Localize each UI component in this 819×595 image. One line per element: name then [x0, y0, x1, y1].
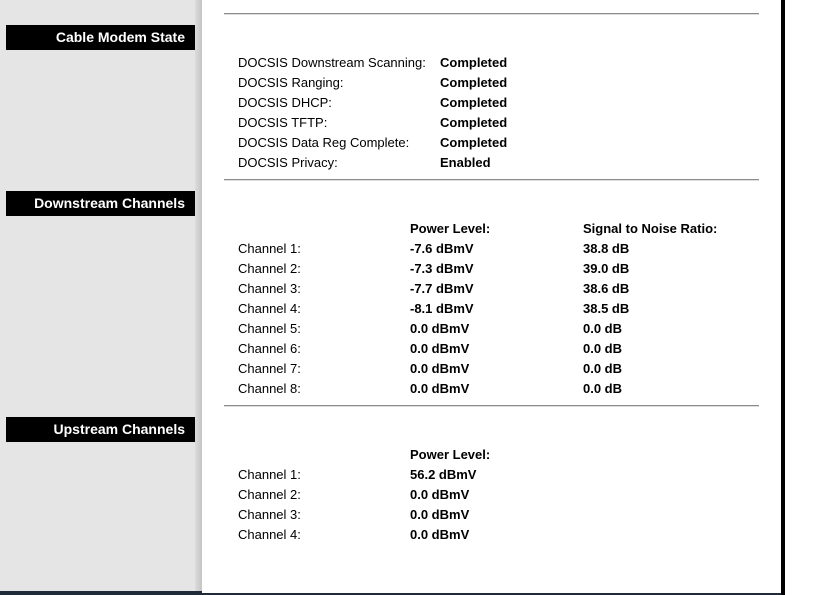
- status-page: Cable Modem State DOCSIS Downstream Scan…: [0, 0, 819, 595]
- downstream-snr-header: Signal to Noise Ratio:: [583, 221, 718, 236]
- upstream-power-header: Power Level:: [410, 447, 491, 462]
- modem-state-label: DOCSIS Privacy:: [238, 155, 338, 170]
- upstream-channel-label: Channel 3:: [238, 507, 301, 522]
- modem-state-label: DOCSIS Data Reg Complete:: [238, 135, 410, 150]
- downstream-channel-label: Channel 5:: [238, 321, 301, 336]
- modem-state-label: DOCSIS DHCP:: [238, 95, 332, 110]
- downstream-channel-power: 0.0 dBmV: [410, 321, 470, 336]
- downstream-channel-power: -8.1 dBmV: [410, 301, 474, 316]
- downstream-channel-power: 0.0 dBmV: [410, 341, 470, 356]
- downstream-channel-snr: 38.5 dB: [583, 301, 630, 316]
- modem-state-label: DOCSIS Downstream Scanning:: [238, 55, 426, 70]
- section-label-upstream-channels: Upstream Channels: [6, 417, 195, 442]
- downstream-channel-snr: 0.0 dB: [583, 361, 623, 376]
- downstream-channel-snr: 0.0 dB: [583, 341, 623, 356]
- upstream-channel-power: 0.0 dBmV: [410, 487, 470, 502]
- modem-state-label: DOCSIS TFTP:: [238, 115, 328, 130]
- modem-state-value: Completed: [440, 115, 508, 130]
- modem-state-value: Enabled: [440, 155, 491, 170]
- modem-state-value: Completed: [440, 55, 508, 70]
- downstream-channel-snr: 39.0 dB: [583, 261, 630, 276]
- downstream-channel-snr: 38.8 dB: [583, 241, 630, 256]
- downstream-channel-snr: 0.0 dB: [583, 321, 623, 336]
- downstream-channel-label: Channel 7:: [238, 361, 301, 376]
- modem-state-value: Completed: [440, 135, 508, 150]
- upstream-channel-label: Channel 4:: [238, 527, 301, 542]
- upstream-channel-power: 56.2 dBmV: [410, 467, 477, 482]
- downstream-channel-power: -7.7 dBmV: [410, 281, 474, 296]
- downstream-channel-snr: 38.6 dB: [583, 281, 630, 296]
- section-label-downstream-channels: Downstream Channels: [6, 191, 195, 216]
- downstream-channel-label: Channel 6:: [238, 341, 301, 356]
- downstream-channel-power: -7.6 dBmV: [410, 241, 474, 256]
- downstream-channel-label: Channel 2:: [238, 261, 301, 276]
- downstream-channel-label: Channel 1:: [238, 241, 301, 256]
- downstream-power-header: Power Level:: [410, 221, 491, 236]
- sidebar-edge: [195, 0, 202, 595]
- outer-background: [785, 0, 819, 595]
- downstream-channel-snr: 0.0 dB: [583, 381, 623, 396]
- upstream-channel-power: 0.0 dBmV: [410, 507, 470, 522]
- modem-state-value: Completed: [440, 95, 508, 110]
- upstream-channel-power: 0.0 dBmV: [410, 527, 470, 542]
- upstream-channel-label: Channel 2:: [238, 487, 301, 502]
- bottom-bar-left: [0, 591, 202, 595]
- downstream-channel-label: Channel 3:: [238, 281, 301, 296]
- modem-state-label: DOCSIS Ranging:: [238, 75, 344, 90]
- section-label-cable-modem-state: Cable Modem State: [6, 25, 195, 50]
- downstream-channel-power: 0.0 dBmV: [410, 381, 470, 396]
- sidebar: [0, 0, 202, 595]
- section-divider: [224, 179, 759, 181]
- upstream-channel-label: Channel 1:: [238, 467, 301, 482]
- downstream-channel-power: -7.3 dBmV: [410, 261, 474, 276]
- modem-state-value: Completed: [440, 75, 508, 90]
- section-divider: [224, 13, 759, 15]
- downstream-channel-power: 0.0 dBmV: [410, 361, 470, 376]
- downstream-channel-label: Channel 8:: [238, 381, 301, 396]
- downstream-channel-label: Channel 4:: [238, 301, 301, 316]
- section-divider: [224, 405, 759, 407]
